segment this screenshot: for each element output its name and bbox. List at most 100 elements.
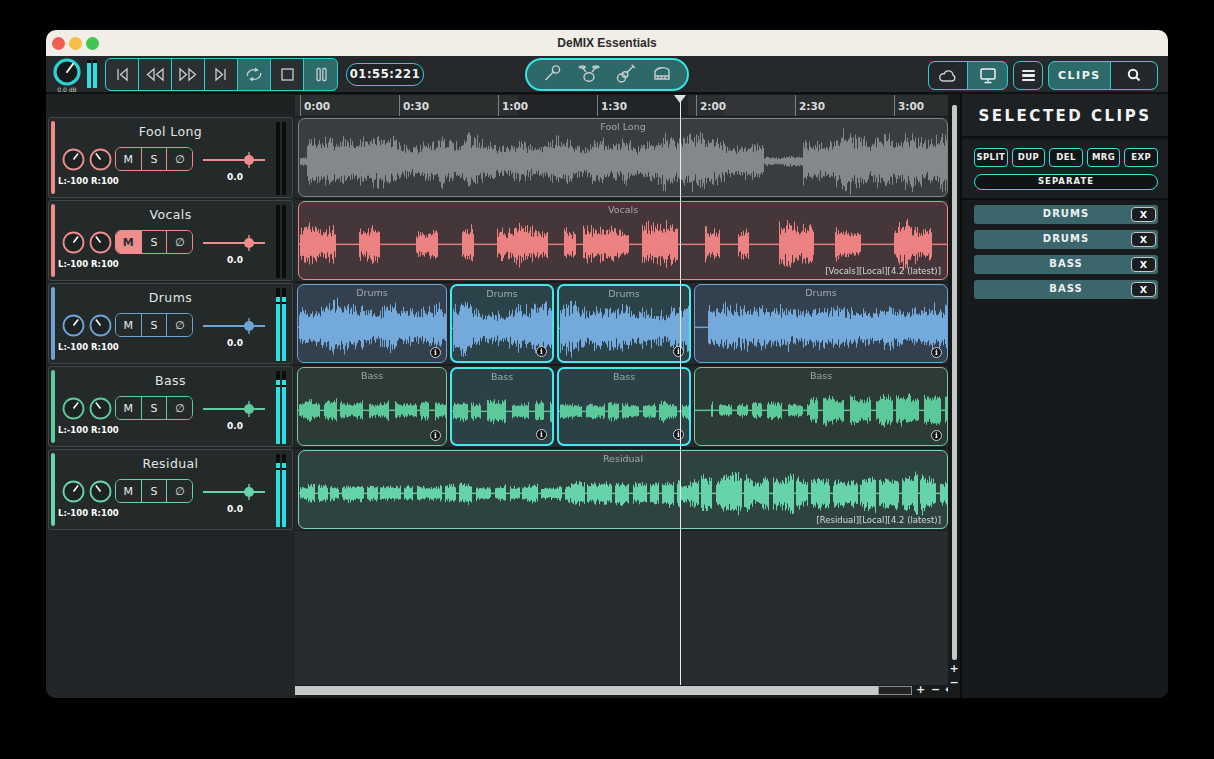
phase-button[interactable]: ∅	[167, 148, 192, 170]
selected-clip-item-bass[interactable]: BASSX	[974, 280, 1158, 299]
pan-knob-left[interactable]	[61, 147, 86, 172]
stop-button[interactable]	[271, 59, 304, 90]
solo-button[interactable]: S	[142, 480, 168, 502]
dup-button[interactable]: DUP	[1012, 148, 1046, 167]
hscroll-thumb[interactable]	[295, 686, 878, 695]
track-header-bass[interactable]: BassL:-100 R:100MS∅0.0	[48, 366, 293, 447]
mrg-button[interactable]: MRG	[1087, 148, 1121, 167]
clip-info-icon[interactable]: i	[931, 347, 942, 358]
vzoom-in-button[interactable]: +	[948, 662, 960, 675]
separate-button[interactable]: SEPARATE	[974, 174, 1158, 190]
clip-tools: SPLITDUPDELMRGEXP SEPARATE	[962, 140, 1168, 200]
hzoom-out-button[interactable]: −	[931, 683, 940, 696]
mute-button[interactable]: M	[116, 148, 142, 170]
skip-end-button[interactable]	[205, 59, 238, 90]
microphone-icon[interactable]	[541, 63, 563, 87]
solo-button[interactable]: S	[142, 231, 168, 253]
solo-button[interactable]: S	[142, 148, 168, 170]
vscroll-thumb[interactable]	[952, 105, 957, 660]
track-header-vocals[interactable]: VocalsL:-100 R:100MS∅0.0	[48, 200, 293, 281]
fast-forward-button[interactable]	[172, 59, 205, 90]
master-gain-knob[interactable]: 0.0 dB	[51, 57, 83, 93]
clip-info-icon[interactable]: i	[536, 346, 547, 357]
search-button[interactable]	[1111, 62, 1157, 89]
clip-bass[interactable]: Bassi	[297, 367, 447, 446]
playhead[interactable]	[680, 95, 682, 685]
clip-info-icon[interactable]: i	[673, 346, 684, 357]
solo-button[interactable]: S	[142, 397, 168, 419]
pause-button[interactable]	[304, 59, 337, 90]
selected-clip-item-drums[interactable]: DRUMSX	[974, 230, 1158, 249]
clip-drums-selected[interactable]: Drumsi	[557, 284, 691, 363]
vertical-scrollbar[interactable]: + −	[948, 94, 960, 698]
local-button[interactable]	[968, 62, 1007, 89]
cloud-button[interactable]	[929, 62, 968, 89]
clip-fool-long[interactable]: Fool Long	[298, 118, 948, 197]
split-button[interactable]: SPLIT	[974, 148, 1008, 167]
clip-residual[interactable]: Residual[Residual][Local][4.2 (latest)]	[298, 450, 948, 529]
mute-button[interactable]: M	[116, 397, 142, 419]
phase-button[interactable]: ∅	[167, 397, 192, 419]
track-header-residual[interactable]: ResidualL:-100 R:100MS∅0.0	[48, 449, 293, 530]
piano-icon[interactable]	[651, 63, 673, 87]
remove-clip-button[interactable]: X	[1131, 232, 1156, 248]
clip-bass[interactable]: Bassi	[694, 367, 948, 446]
playhead-marker[interactable]	[674, 95, 686, 103]
vzoom-out-button[interactable]: −	[948, 676, 960, 689]
del-button[interactable]: DEL	[1049, 148, 1083, 167]
pan-knob-left[interactable]	[61, 313, 86, 338]
clip-bass-selected[interactable]: Bassi	[557, 367, 691, 446]
phase-button[interactable]: ∅	[167, 231, 192, 253]
menu-button[interactable]	[1013, 61, 1043, 90]
volume-slider[interactable]	[201, 481, 267, 503]
clip-info-icon[interactable]: i	[430, 347, 441, 358]
clip-drums[interactable]: Drumsi	[297, 284, 447, 363]
clip-drums-selected[interactable]: Drumsi	[450, 284, 554, 363]
hzoom-in-button[interactable]: +	[916, 683, 925, 696]
pan-knob-right[interactable]	[88, 147, 113, 172]
clip-bass-selected[interactable]: Bassi	[450, 367, 554, 446]
clips-button[interactable]: CLIPS	[1049, 62, 1111, 89]
clip-info-icon[interactable]: i	[931, 430, 942, 441]
mute-button[interactable]: M	[116, 314, 142, 336]
clip-info-icon[interactable]: i	[430, 430, 441, 441]
pan-knob-right[interactable]	[88, 230, 113, 255]
solo-button[interactable]: S	[142, 314, 168, 336]
pan-knob-left[interactable]	[61, 230, 86, 255]
track-header-fool-long[interactable]: Fool LongL:-100 R:100MS∅0.0	[48, 117, 293, 198]
hscroll-groove[interactable]	[878, 686, 912, 695]
clip-vocals[interactable]: Vocals[Vocals][Local][4.2 (latest)]	[298, 201, 948, 280]
pan-knob-right[interactable]	[88, 313, 113, 338]
pan-knob-right[interactable]	[88, 396, 113, 421]
clip-info-icon[interactable]: i	[536, 429, 547, 440]
pan-knob-left[interactable]	[61, 396, 86, 421]
pan-knob-left[interactable]	[61, 479, 86, 504]
rewind-button[interactable]	[139, 59, 172, 90]
loop-button[interactable]	[238, 59, 271, 90]
volume-slider[interactable]	[201, 232, 267, 254]
mute-button[interactable]: M	[116, 231, 142, 253]
volume-slider[interactable]	[201, 315, 267, 337]
horizontal-scrollbar[interactable]: + − ↔	[295, 686, 960, 695]
remove-clip-button[interactable]: X	[1131, 257, 1156, 273]
selected-clip-item-drums[interactable]: DRUMSX	[974, 205, 1158, 224]
track-header-drums[interactable]: DrumsL:-100 R:100MS∅0.0	[48, 283, 293, 364]
pan-knob-right[interactable]	[88, 479, 113, 504]
volume-slider[interactable]	[201, 398, 267, 420]
time-ruler[interactable]: 0:000:301:001:302:002:303:00	[295, 95, 948, 116]
clip-drums[interactable]: Drumsi	[694, 284, 948, 363]
clip-info-icon[interactable]: i	[673, 429, 684, 440]
exp-button[interactable]: EXP	[1124, 148, 1158, 167]
phase-button[interactable]: ∅	[167, 480, 192, 502]
selected-clip-item-bass[interactable]: BASSX	[974, 255, 1158, 274]
volume-slider[interactable]	[201, 149, 267, 171]
remove-clip-button[interactable]: X	[1131, 207, 1156, 223]
time-display[interactable]: 01:55:221	[346, 63, 424, 86]
skip-start-button[interactable]	[106, 59, 139, 90]
guitar-icon[interactable]	[614, 63, 636, 87]
drums-icon[interactable]	[578, 63, 600, 87]
phase-button[interactable]: ∅	[167, 314, 192, 336]
remove-clip-button[interactable]: X	[1131, 282, 1156, 298]
instrument-selector[interactable]	[525, 58, 689, 91]
mute-button[interactable]: M	[116, 480, 142, 502]
